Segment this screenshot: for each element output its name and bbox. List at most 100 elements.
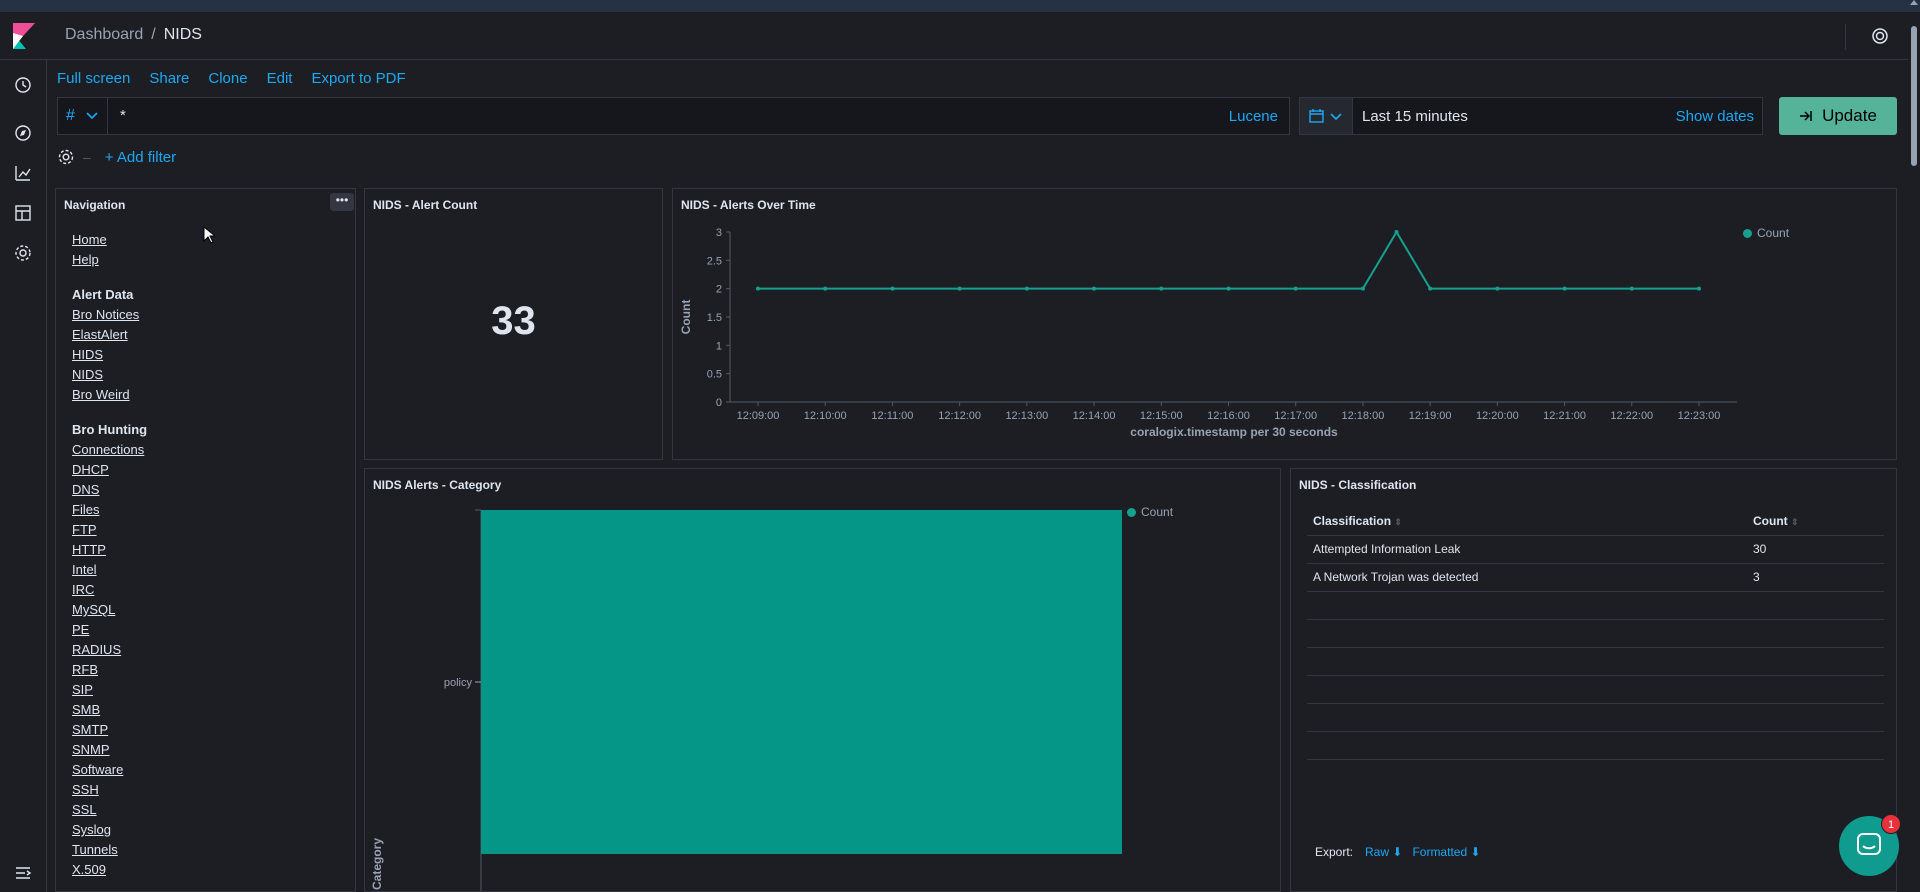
nav-link-software[interactable]: Software xyxy=(72,760,147,780)
filter-divider: – xyxy=(83,149,91,165)
nav-section-heading: Alert Data xyxy=(72,287,134,302)
export-formatted-link[interactable]: Formatted ⬇ xyxy=(1412,845,1480,859)
nav-link-pe[interactable]: PE xyxy=(72,620,147,640)
nav-link-connections[interactable]: Connections xyxy=(72,440,147,460)
refresh-icon xyxy=(1800,111,1812,121)
collapse-menu-icon[interactable] xyxy=(13,863,33,883)
nav-link-dhcp[interactable]: DHCP xyxy=(72,460,147,480)
share-link[interactable]: Share xyxy=(149,70,189,87)
nav-link-smb[interactable]: SMB xyxy=(72,700,147,720)
nav-link-intel[interactable]: Intel xyxy=(72,560,147,580)
data-point xyxy=(1159,286,1164,291)
data-point xyxy=(756,286,760,291)
show-dates-link[interactable]: Show dates xyxy=(1676,108,1754,125)
x-tick-label: 12:09:00 xyxy=(737,410,780,422)
nav-link-home[interactable]: Home xyxy=(72,230,147,250)
legend-color-swatch xyxy=(1743,228,1752,238)
time-range-label[interactable]: Last 15 minutes xyxy=(1362,108,1468,125)
empty-table-row xyxy=(1307,647,1884,676)
help-icon[interactable] xyxy=(1871,27,1889,45)
header-divider xyxy=(1845,24,1846,50)
nav-link-tunnels[interactable]: Tunnels xyxy=(72,840,147,860)
export-label: Export: xyxy=(1315,845,1354,859)
date-picker: Last 15 minutes Show dates xyxy=(1299,97,1763,135)
nav-link-dns[interactable]: DNS xyxy=(72,480,147,500)
nav-link-irc[interactable]: IRC xyxy=(72,580,147,600)
clone-link[interactable]: Clone xyxy=(208,70,247,87)
update-button[interactable]: Update xyxy=(1779,97,1897,135)
data-point xyxy=(823,286,828,291)
nav-link-smtp[interactable]: SMTP xyxy=(72,720,147,740)
y-tick-label: 2.5 xyxy=(707,255,722,267)
chart-legend[interactable]: Count xyxy=(1743,226,1789,240)
navigation-panel: Navigation ••• Home Help Alert Data Bro … xyxy=(55,188,356,892)
scrollbar-thumb[interactable] xyxy=(1911,26,1917,166)
column-header-count[interactable]: Count ⇕ xyxy=(1747,508,1884,536)
panel-title: NIDS - Classification xyxy=(1299,478,1417,492)
discover-compass-icon[interactable] xyxy=(13,123,33,143)
nav-link-help[interactable]: Help xyxy=(72,250,147,270)
alert-count-metric: 33 xyxy=(491,299,536,343)
panel-options-menu-button[interactable]: ••• xyxy=(330,193,354,211)
nav-link-nids[interactable]: NIDS xyxy=(72,365,147,385)
x-tick-label: 12:22:00 xyxy=(1610,410,1653,422)
dashboard-top-menu: Full screen Share Clone Edit Export to P… xyxy=(57,70,406,87)
y-tick-label: 2 xyxy=(716,284,722,296)
alerts-over-time-chart: 0 0.5 1 1.5 2 2.5 3 12:09:00 12:10:00 12:11:00 12:… xyxy=(679,227,1737,439)
breadcrumb-dashboard[interactable]: Dashboard xyxy=(65,26,143,44)
recent-clock-icon[interactable] xyxy=(13,75,33,95)
saved-query-menu-button[interactable]: # xyxy=(58,98,108,134)
nav-link-files[interactable]: Files xyxy=(72,500,147,520)
data-point xyxy=(1697,286,1701,291)
add-filter-button[interactable]: + Add filter xyxy=(105,149,176,166)
visualize-chart-icon[interactable] xyxy=(13,163,33,183)
dashboard-icon[interactable] xyxy=(13,203,33,223)
quick-menu-button[interactable] xyxy=(1300,98,1353,134)
nav-link-x509[interactable]: X.509 xyxy=(72,860,147,880)
nav-link-ssl[interactable]: SSL xyxy=(72,800,147,820)
nav-link-hids[interactable]: HIDS xyxy=(72,345,147,365)
empty-table-row xyxy=(1307,731,1884,760)
chat-launcher-button[interactable]: 1 xyxy=(1839,814,1901,876)
nav-link-snmp[interactable]: SNMP xyxy=(72,740,147,760)
data-point xyxy=(957,286,962,291)
nav-link-radius[interactable]: RADIUS xyxy=(72,640,147,660)
kibana-logo-icon[interactable] xyxy=(13,23,35,49)
export-raw-link[interactable]: Raw ⬇ xyxy=(1365,845,1402,859)
legend-label: Count xyxy=(1141,505,1174,519)
x-tick-label: 12:11:00 xyxy=(871,410,913,422)
nav-link-rfb[interactable]: RFB xyxy=(72,660,147,680)
scroll-up-arrow[interactable] xyxy=(1910,0,1918,5)
export-pdf-link[interactable]: Export to PDF xyxy=(311,70,405,87)
nav-link-ftp[interactable]: FTP xyxy=(72,520,147,540)
data-point xyxy=(1495,286,1500,291)
full-screen-link[interactable]: Full screen xyxy=(57,70,130,87)
navigation-links: Home Help Alert Data Bro Notices ElastAl… xyxy=(72,230,147,880)
page-scrollbar[interactable] xyxy=(1908,12,1920,892)
nav-link-ssh[interactable]: SSH xyxy=(72,780,147,800)
breadcrumb-separator: / xyxy=(151,26,156,43)
export-bar: Export: Raw ⬇ Formatted ⬇ xyxy=(1315,845,1481,859)
sort-icon[interactable]: ⇕ xyxy=(1394,517,1402,527)
filter-options-gear-icon[interactable] xyxy=(57,148,75,166)
update-button-label: Update xyxy=(1822,106,1877,125)
settings-gear-icon[interactable] xyxy=(13,243,33,263)
column-header-classification[interactable]: Classification ⇕ xyxy=(1307,508,1747,536)
sort-icon[interactable]: ⇕ xyxy=(1791,517,1799,527)
data-point xyxy=(1293,286,1298,291)
nav-link-mysql[interactable]: MySQL xyxy=(72,600,147,620)
nav-link-elastalert[interactable]: ElastAlert xyxy=(72,325,147,345)
edit-link[interactable]: Edit xyxy=(267,70,293,87)
x-tick-label: 12:13:00 xyxy=(1005,410,1048,422)
nav-link-sip[interactable]: SIP xyxy=(72,680,147,700)
query-input[interactable]: * xyxy=(120,107,126,124)
nav-link-http[interactable]: HTTP xyxy=(72,540,147,560)
nav-link-bro-weird[interactable]: Bro Weird xyxy=(72,385,147,405)
y-axis-label: Count xyxy=(679,300,693,335)
nav-link-bro-notices[interactable]: Bro Notices xyxy=(72,305,147,325)
x-axis-label: coralogix.timestamp per 30 seconds xyxy=(1130,425,1338,439)
nav-link-syslog[interactable]: Syslog xyxy=(72,820,147,840)
chart-legend[interactable]: Count xyxy=(1127,505,1173,519)
table-cell: A Network Trojan was detected xyxy=(1307,563,1747,592)
query-language-toggle[interactable]: Lucene xyxy=(1229,108,1278,125)
